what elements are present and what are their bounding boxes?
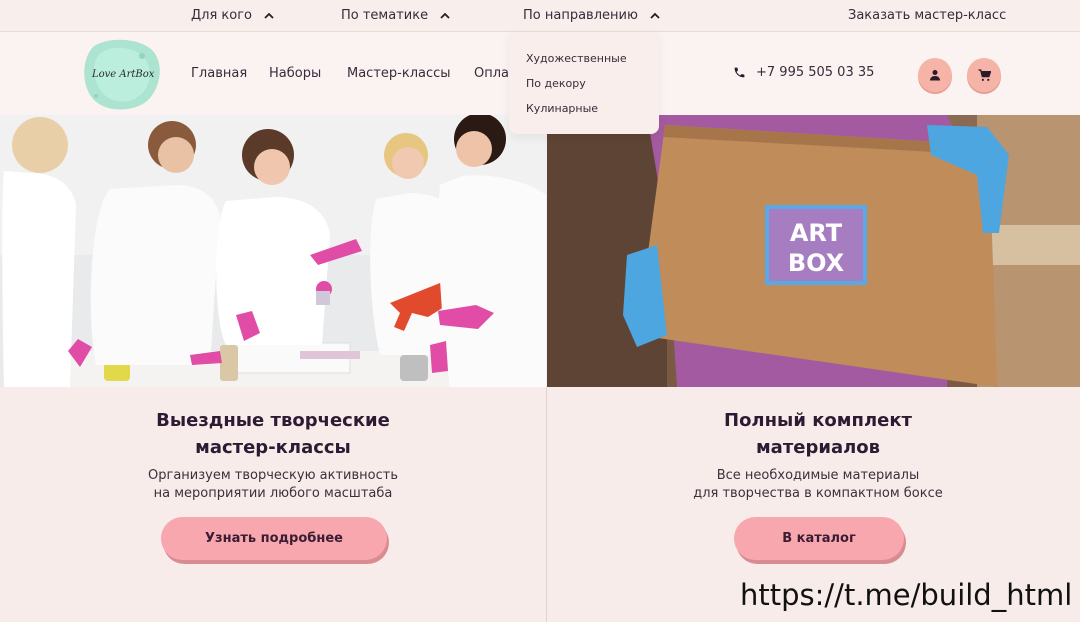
- nav-masterclasses[interactable]: Мастер-классы: [347, 66, 451, 81]
- logo-text: Love ArtBox: [92, 69, 155, 80]
- card-left-sub-2: на мероприятии любого масштаба: [153, 486, 393, 501]
- card-divider: [546, 387, 547, 622]
- phone-link[interactable]: +7 995 505 03 35: [733, 65, 874, 80]
- watermark-text: https://t.me/build_html: [740, 578, 1073, 612]
- box-label-line2: BOX: [788, 249, 845, 277]
- card-left-sub-1: Организуем творческую активность: [148, 468, 398, 483]
- card-right-sub-1: Все необходимые материалы: [716, 468, 920, 483]
- menu-for-whom[interactable]: Для кого: [191, 8, 274, 23]
- phone-number: +7 995 505 03 35: [756, 65, 875, 80]
- cart-button[interactable]: [967, 58, 1001, 92]
- menu-by-theme-label: По тематике: [341, 8, 429, 23]
- phone-icon: [734, 67, 745, 78]
- learn-more-button[interactable]: Узнать подробнее: [161, 517, 387, 560]
- card-right-title-2: материалов: [755, 437, 881, 458]
- order-masterclass-link[interactable]: Заказать мастер-класс: [848, 8, 1006, 23]
- artbox-photo: ART BOX: [547, 115, 1080, 387]
- chevron-up-icon: [650, 12, 660, 19]
- dropdown-item-decor[interactable]: По декору: [526, 77, 586, 90]
- order-masterclass-label: Заказать мастер-класс: [848, 8, 1007, 23]
- menu-by-direction-label: По направлению: [523, 8, 638, 23]
- nav-home[interactable]: Главная: [191, 66, 247, 81]
- account-button[interactable]: [918, 58, 952, 92]
- top-bar: Для кого По тематике По направлению Зака…: [0, 0, 1080, 32]
- catalog-button[interactable]: В каталог: [734, 517, 904, 560]
- card-left-title-1: Выездные творческие: [156, 410, 390, 431]
- chevron-up-icon: [440, 12, 450, 19]
- dropdown-item-culinary[interactable]: Кулинарные: [526, 102, 598, 115]
- menu-for-whom-label: Для кого: [191, 8, 253, 23]
- direction-dropdown: Художественные По декору Кулинарные: [509, 32, 659, 134]
- card-right-title-1: Полный комплект: [724, 410, 912, 431]
- nav-payment[interactable]: Оплата: [474, 66, 514, 81]
- box-label-line1: ART: [790, 219, 843, 247]
- nav-sets[interactable]: Наборы: [269, 66, 321, 81]
- masterclass-photo: [0, 115, 546, 387]
- menu-by-direction[interactable]: По направлению: [523, 8, 660, 23]
- dropdown-item-art[interactable]: Художественные: [526, 52, 627, 65]
- card-right-sub-2: для творчества в компактном боксе: [693, 486, 943, 501]
- card-left-title-2: мастер-классы: [195, 437, 351, 458]
- cart-icon: [978, 68, 991, 81]
- chevron-up-icon: [264, 12, 274, 19]
- menu-by-theme[interactable]: По тематике: [341, 8, 450, 23]
- user-icon: [930, 70, 940, 81]
